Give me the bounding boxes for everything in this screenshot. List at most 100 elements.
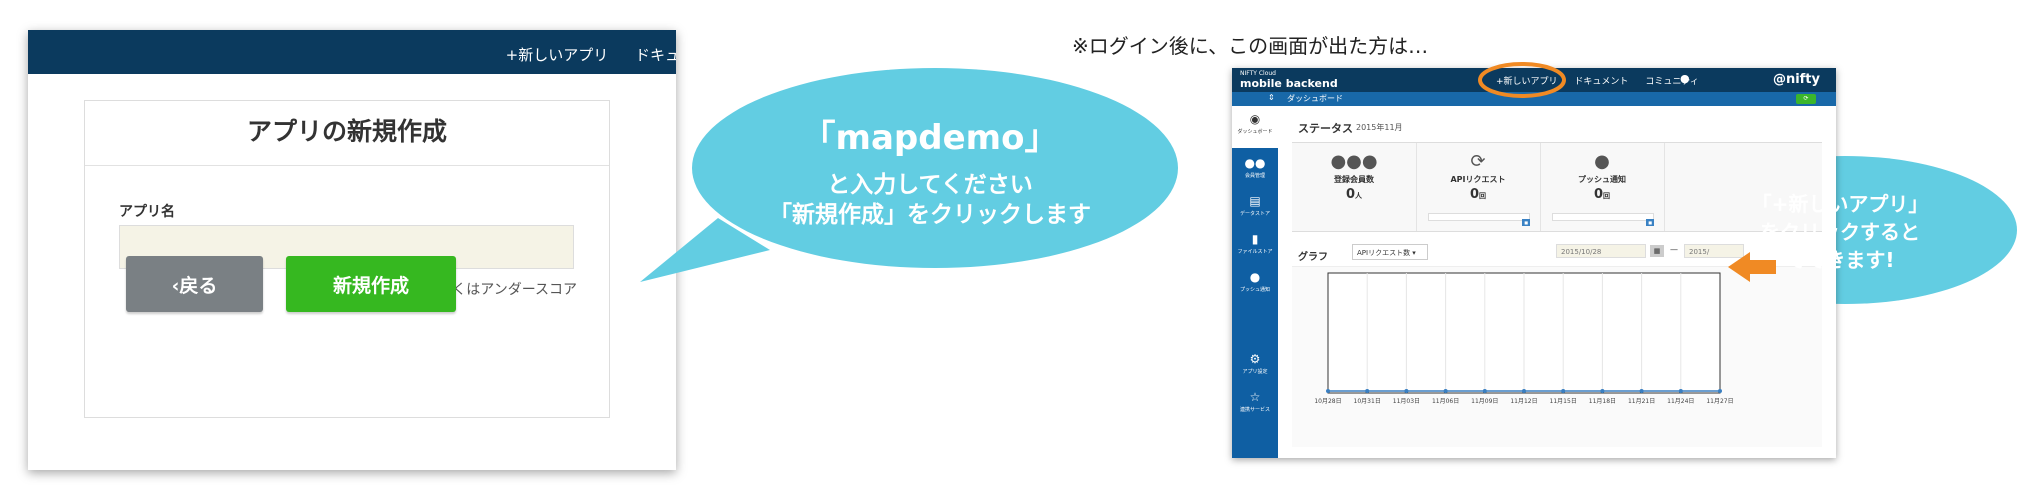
new-app-link[interactable]: +新しいアプリ [506,46,609,64]
chart-tick-label: 11月21日 [1628,398,1655,405]
breadcrumb: ダッシュボード [1287,94,1343,103]
chart-tick-label: 11月27日 [1706,398,1733,405]
sidebar-item-dashboard[interactable]: ◉ ダッシュボード [1232,106,1278,148]
sidebar-item-datastore[interactable]: ▤ データストア [1232,194,1278,217]
graph-metric-select[interactable]: APIリクエスト数 ▾ [1352,244,1428,260]
back-button[interactable]: ‹戻る [126,256,263,312]
brand-small: NIFTY Cloud [1240,70,1276,77]
after-login-note: ※ログイン後に、この画面が出た方は… [1072,34,1429,58]
sidebar-item-label: ダッシュボード [1237,129,1273,135]
chat-icon: ● [1594,151,1610,172]
new-app-link[interactable]: +新しいアプリ [1496,77,1558,87]
usage-bar [1552,213,1654,221]
chart-tick-label: 11月15日 [1550,398,1577,405]
brand-logo[interactable]: mobile backend [1240,77,1338,90]
stat-value: 0人 [1345,187,1363,202]
stat-value: 0回 [1469,187,1487,202]
chart-point [1404,389,1409,393]
app-switch-icon[interactable]: ⇕ [1268,93,1275,102]
sidebar-item-label: ファイルストア [1237,249,1273,255]
callout-right-line3: でできます! [1785,248,1895,272]
chart-tick-label: 11月18日 [1589,398,1616,405]
top-nav: +新しいアプリ ドキュ [484,44,676,65]
graph-panel: 10月28日 10月31日 11月03日 11月06日 11月09日 11月12日 11月1… [1292,266,1822,447]
refresh-icon: ⟳ [1470,151,1486,172]
dashboard-navbar: NIFTY Cloud mobile backend +新しいアプリ ドキュメン… [1232,68,1836,92]
chart-tick-label: 10月28日 [1314,398,1341,405]
sidebar-item-label: プッシュ通知 [1239,287,1270,293]
speedometer-icon: ◉ [1249,112,1261,126]
network-icon: ☆ [1249,390,1261,404]
calendar-icon[interactable]: ▦ [1650,245,1664,257]
stat-label: プッシュ通知 [1578,175,1626,184]
usage-tag: ■ [1522,219,1530,226]
dashboard-main: ステータス 2015年11月 ●●● 登録会員数 0人 ⟳ APIリクエスト 0… [1288,112,1828,452]
card-title: アプリの新規作成 [85,101,609,166]
app-name-label: アプリ名 [119,204,175,220]
chart-tick-label: 11月12日 [1510,398,1537,405]
usage-tag: ■ [1646,219,1654,226]
create-button[interactable]: 新規作成 [286,256,456,312]
stat-label: APIリクエスト [1450,175,1506,184]
refresh-button[interactable]: ⟳ [1796,94,1816,104]
sidebar-item-label: データストア [1239,211,1270,217]
callout-right-line1: 「+新しいアプリ」 [1751,192,1929,216]
status-date: 2015年11月 [1356,123,1403,132]
users-icon: ●● [1244,156,1266,170]
sidebar-item-label: 連携サービス [1239,407,1270,413]
api-requests-chart: 10月28日 10月31日 11月03日 11月06日 11月09日 11月12日 11月1… [1314,272,1734,405]
chart-tick-label: 11月03日 [1393,398,1420,405]
docs-link[interactable]: ドキュ [635,46,676,64]
stat-members: ●●● 登録会員数 0人 [1292,143,1417,231]
chart-point [1600,389,1605,393]
chart-point [1365,389,1370,393]
callout-right-line2: をクリックすると [1760,220,1920,244]
chart-point [1443,389,1448,393]
date-from-input[interactable]: 2015/10/28 [1556,244,1646,258]
callout-left-line2: と入力してください [827,172,1033,198]
chart-point [1522,389,1526,393]
stat-value: 0回 [1593,187,1611,202]
chart-point [1561,389,1566,393]
chart-point [1326,389,1330,393]
callout-left-text: 「mapdemo」 と入力してください 「新規作成」をクリックします [700,118,1160,230]
top-navbar: +新しいアプリ ドキュ [28,30,676,74]
docs-link[interactable]: ドキュメント [1574,77,1628,87]
status-title: ステータス [1298,122,1353,135]
sidebar-item-users[interactable]: ●● 会員管理 [1232,156,1278,179]
nifty-logo: @nifty [1772,72,1820,87]
database-icon: ▤ [1249,194,1261,208]
sidebar: ◉ ダッシュボード ●● 会員管理 ▤ データストア ▮ ファイルストア ● プ… [1232,106,1278,458]
file-icon: ▮ [1251,232,1259,246]
date-separator: — [1670,245,1678,254]
users-icon: ●●● [1330,151,1378,172]
chart-tick-label: 11月24日 [1667,398,1694,405]
graph-title: グラフ [1298,252,1328,263]
stat-label: 登録会員数 [1334,175,1374,184]
chart-tick-label: 11月09日 [1471,398,1498,405]
create-app-screenshot: +新しいアプリ ドキュ アプリの新規作成 アプリ名 半角英数字もしくはアンダース… [28,30,676,470]
sidebar-item-filestore[interactable]: ▮ ファイルストア [1232,232,1278,255]
callout-left-line1: 「mapdemo」 [801,118,1059,158]
stat-push: ● プッシュ通知 0回 ■ [1540,143,1665,231]
callout-right-text: 「+新しいアプリ」 をクリックすると でできます! [1700,190,1980,274]
sidebar-item-label: 会員管理 [1244,173,1265,179]
usage-bar [1428,213,1530,221]
chat-icon: ● [1249,270,1261,284]
stat-api-requests: ⟳ APIリクエスト 0回 ■ [1416,143,1541,231]
sidebar-item-label: アプリ設定 [1242,369,1268,375]
sidebar-item-integrations[interactable]: ☆ 連携サービス [1232,390,1278,413]
breadcrumb-bar: ⇕ ダッシュボード ⟳ [1232,92,1836,106]
sidebar-item-push[interactable]: ● プッシュ通知 [1232,270,1278,293]
chart-tick-label: 10月31日 [1354,398,1381,405]
chart-tick-label: 11月06日 [1432,398,1459,405]
chart-point [1678,389,1683,393]
community-link[interactable]: コミュニティ [1645,77,1698,87]
chart-point [1482,389,1487,393]
sidebar-item-settings[interactable]: ⚙ アプリ設定 [1232,352,1278,375]
callout-left-line3: 「新規作成」をクリックします [769,202,1091,228]
chart-point [1718,389,1722,393]
user-icon[interactable]: ● [1680,72,1690,85]
gear-icon: ⚙ [1249,352,1261,366]
chart-point [1639,389,1644,393]
